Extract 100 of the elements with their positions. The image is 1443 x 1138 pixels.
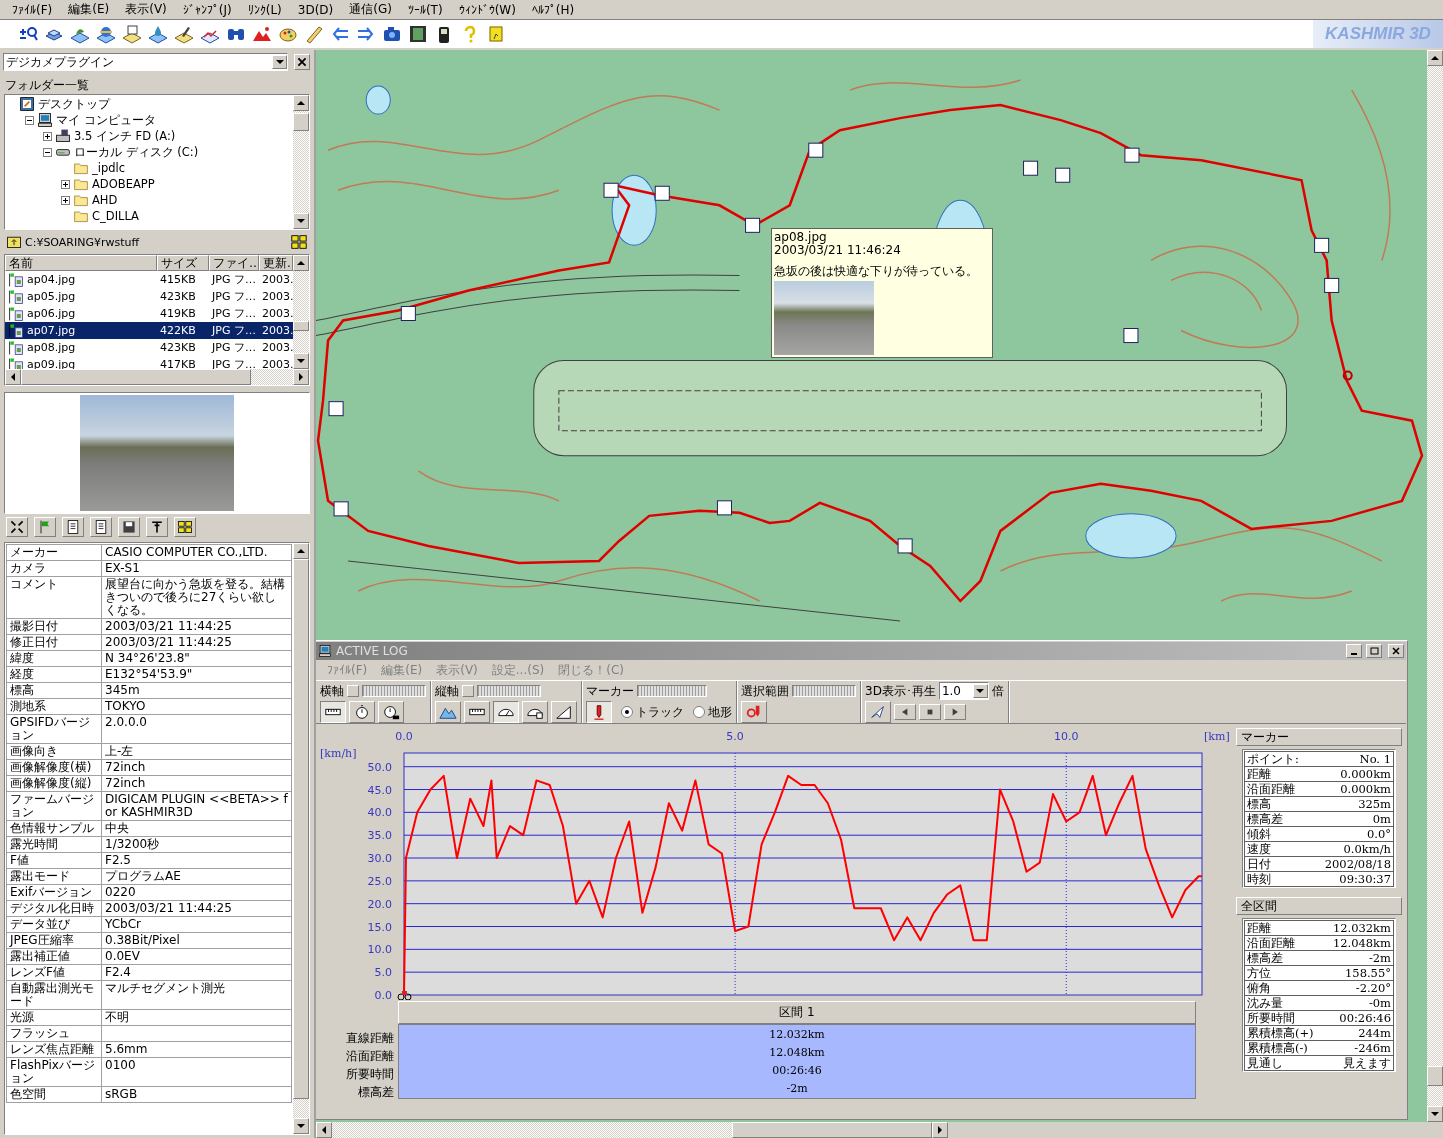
photo-marker-icon[interactable] <box>716 500 732 516</box>
toggle-button[interactable] <box>462 685 474 697</box>
scroll-up-button[interactable] <box>293 95 309 111</box>
photo-marker-icon[interactable] <box>1124 147 1140 163</box>
expand-toggle[interactable] <box>25 115 34 125</box>
edit-document-button[interactable] <box>90 517 112 537</box>
tree-item[interactable]: C_DILLA <box>92 209 139 223</box>
scroll-right-button[interactable] <box>932 1122 948 1138</box>
column-header[interactable]: 更新. <box>259 255 293 271</box>
photo-marker-icon[interactable] <box>1324 277 1340 293</box>
expand-toggle[interactable] <box>43 147 52 157</box>
ruler-icon[interactable] <box>304 24 324 44</box>
expand-toggle[interactable] <box>61 179 70 189</box>
photo-marker-icon[interactable] <box>1023 160 1039 176</box>
photo-marker-icon[interactable] <box>603 182 619 198</box>
maximize-button[interactable] <box>1366 644 1382 658</box>
speed-select[interactable]: 1.0 <box>938 682 989 700</box>
vertical-scrollbar[interactable] <box>1427 50 1443 1122</box>
file-row[interactable]: ap07.jpg 422KB JPG フ… 2003. <box>5 322 293 339</box>
exit-icon[interactable] <box>486 24 506 44</box>
up-folder-icon[interactable] <box>6 234 22 250</box>
photo-marker-icon[interactable] <box>333 501 349 517</box>
menu-item[interactable]: ﾘﾝｸ(L) <box>239 2 290 17</box>
mountain-icon[interactable] <box>252 24 272 44</box>
tool-button[interactable] <box>586 701 612 723</box>
horizontal-scrollbar[interactable] <box>316 1122 948 1138</box>
menu-item[interactable]: 3D(D) <box>289 2 342 17</box>
scroll-left-button[interactable] <box>5 369 21 385</box>
horizontal-scrollbar[interactable] <box>5 369 309 385</box>
menu-item[interactable]: 通信(G) <box>341 1 400 18</box>
vertical-scrollbar[interactable] <box>293 95 309 229</box>
menu-item[interactable]: ﾌｧｲﾙ(F) <box>4 2 61 17</box>
minimize-button[interactable] <box>1346 644 1362 658</box>
column-header[interactable]: サイズ <box>157 255 209 271</box>
photo-marker-icon[interactable] <box>654 185 670 201</box>
menu-item[interactable]: ｼﾞｬﾝﾌﾟ(J) <box>174 2 240 17</box>
radio-button[interactable] <box>621 706 633 718</box>
pen-icon[interactable] <box>174 24 194 44</box>
scroll-down-button[interactable] <box>293 213 309 229</box>
photo-marker-icon[interactable] <box>745 217 761 233</box>
photo-marker-icon[interactable] <box>328 401 344 417</box>
expand-toggle[interactable] <box>61 195 70 205</box>
scroll-down-button[interactable] <box>293 353 309 369</box>
pin-button[interactable] <box>146 517 168 537</box>
photo-marker-icon[interactable] <box>897 538 913 554</box>
close-button[interactable] <box>294 54 310 70</box>
menu-item[interactable]: ﾂｰﾙ(T) <box>399 2 451 17</box>
photo-marker-icon[interactable] <box>400 306 416 321</box>
tree-item[interactable]: AHD <box>92 193 118 207</box>
scroll-up-button[interactable] <box>293 543 309 559</box>
expand-toggle[interactable] <box>43 131 52 141</box>
scroll-down-button[interactable] <box>293 1118 309 1134</box>
scroll-down-button[interactable] <box>1427 1106 1443 1122</box>
flag-button[interactable] <box>34 517 56 537</box>
tree-item[interactable]: _ipdlc <box>92 161 126 175</box>
menu-item[interactable]: 表示(V) <box>117 1 175 18</box>
scroll-thumb[interactable] <box>293 321 309 331</box>
globe-icon[interactable] <box>96 24 116 44</box>
tree-item[interactable]: ADOBEAPP <box>92 177 155 191</box>
scroll-up-button[interactable] <box>293 255 309 271</box>
scroll-up-button[interactable] <box>1427 50 1443 66</box>
tree-item[interactable]: マイ コンピュータ <box>56 112 156 128</box>
grid-view-button[interactable] <box>174 517 196 537</box>
photo-marker-icon[interactable] <box>1055 167 1071 183</box>
vertical-scrollbar[interactable] <box>293 255 309 369</box>
paper-map-icon[interactable] <box>122 24 142 44</box>
radio-button[interactable] <box>693 706 705 718</box>
scroll-thumb[interactable] <box>1427 1066 1443 1086</box>
scroll-thumb[interactable] <box>21 369 251 385</box>
toggle-button[interactable] <box>347 685 359 697</box>
shrink-button[interactable] <box>6 517 28 537</box>
scroll-thumb[interactable] <box>293 113 309 131</box>
photo-marker-icon[interactable] <box>1314 237 1330 253</box>
tree-item[interactable]: 3.5 インチ FD (A:) <box>74 128 176 144</box>
menu-item[interactable]: ﾍﾙﾌﾟ(H) <box>523 2 583 17</box>
segment-header[interactable]: 区間 1 <box>398 1001 1196 1024</box>
photo-marker-icon[interactable] <box>808 142 824 158</box>
tool-button[interactable] <box>493 701 519 723</box>
tool-button[interactable] <box>320 701 346 723</box>
menu-item[interactable]: ｳｨﾝﾄﾞｳ(W) <box>450 2 524 17</box>
scroll-thumb[interactable] <box>732 1122 932 1138</box>
bicycle-icon[interactable] <box>397 991 412 1000</box>
slider-track[interactable] <box>362 685 426 697</box>
scroll-right-button[interactable] <box>293 369 309 385</box>
slider-track[interactable] <box>792 685 856 697</box>
save-button[interactable] <box>118 517 140 537</box>
film-icon[interactable] <box>408 24 428 44</box>
scroll-left-button[interactable] <box>316 1122 332 1138</box>
column-header[interactable]: 名前 <box>5 255 157 271</box>
grid-view-icon[interactable] <box>290 233 308 251</box>
camera-icon[interactable] <box>382 24 402 44</box>
tree-item[interactable]: ローカル ディスク (C:) <box>74 144 199 160</box>
document-button[interactable] <box>62 517 84 537</box>
close-button[interactable] <box>1388 644 1404 658</box>
slider-track[interactable] <box>477 685 541 697</box>
slider-track[interactable] <box>637 685 707 697</box>
plugin-select[interactable]: デジカメプラグイン <box>3 53 288 71</box>
photo-marker-icon[interactable] <box>1123 328 1139 344</box>
water-drop-icon[interactable] <box>148 24 168 44</box>
column-header[interactable]: ファイ… <box>209 255 259 271</box>
